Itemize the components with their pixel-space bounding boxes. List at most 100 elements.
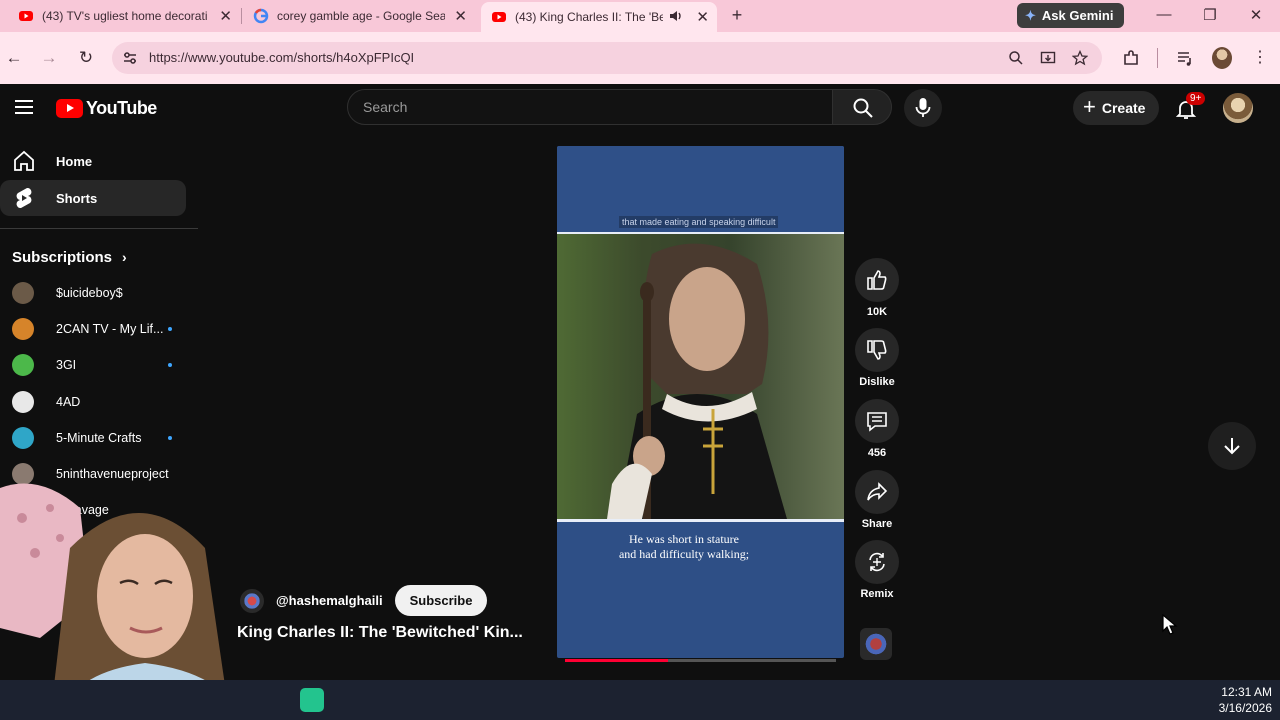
sidebar-divider bbox=[0, 228, 198, 229]
account-avatar[interactable] bbox=[1223, 93, 1253, 123]
sidebar-item-label: Home bbox=[56, 153, 93, 169]
search-input[interactable] bbox=[348, 90, 832, 124]
chevron-right-icon: › bbox=[122, 249, 127, 265]
url-text: https://www.youtube.com/shorts/h4oXpFPIc… bbox=[149, 50, 415, 65]
voice-search-button[interactable] bbox=[904, 89, 942, 127]
shorts-icon bbox=[16, 187, 32, 209]
search-icon bbox=[853, 98, 873, 118]
tab-divider bbox=[241, 8, 242, 24]
create-label: Create bbox=[1101, 100, 1146, 116]
sidebar-item-shorts[interactable]: Shorts bbox=[0, 180, 186, 216]
close-tab-icon[interactable]: ✕ bbox=[454, 7, 467, 25]
media-control-icon[interactable] bbox=[1176, 49, 1194, 67]
new-content-dot bbox=[168, 436, 172, 440]
video-frame-image bbox=[557, 234, 844, 519]
channel-avatar bbox=[12, 427, 34, 449]
video-progress-bar[interactable] bbox=[565, 659, 836, 662]
clock-time: 12:31 AM bbox=[1221, 685, 1272, 699]
close-tab-icon[interactable]: ✕ bbox=[219, 7, 232, 25]
remix-icon bbox=[869, 552, 885, 572]
remix-button[interactable]: Remix bbox=[855, 540, 899, 600]
dislike-button[interactable]: Dislike bbox=[855, 328, 899, 388]
browser-menu-icon[interactable]: ⋮ bbox=[1252, 47, 1268, 67]
share-label: Share bbox=[861, 518, 893, 530]
faded-subtitle: that made eating and speaking difficult bbox=[619, 216, 779, 228]
browser-tab-3-active[interactable]: (43) King Charles II: The 'Be ✕ bbox=[481, 2, 717, 32]
video-caption: He was short in stature and had difficul… bbox=[557, 532, 811, 562]
channel-name: $uicideboy$ bbox=[56, 286, 123, 300]
subscriptions-heading[interactable]: Subscriptions › bbox=[12, 249, 127, 266]
youtube-wordmark: YouTube bbox=[86, 98, 157, 118]
browser-tab-2[interactable]: corey gamble age - Google Sea ✕ bbox=[243, 2, 475, 30]
caption-line: and had difficulty walking; bbox=[618, 547, 750, 561]
video-progress-fill bbox=[565, 659, 668, 662]
microphone-icon bbox=[915, 98, 931, 117]
youtube-logo[interactable]: YouTube bbox=[56, 98, 157, 119]
close-tab-icon[interactable]: ✕ bbox=[696, 8, 709, 26]
channel-name: 2CAN TV - My Lif... bbox=[56, 322, 164, 336]
home-icon bbox=[14, 150, 34, 171]
ask-gemini-button[interactable]: ✦ Ask Gemini bbox=[1017, 3, 1124, 28]
menu-icon[interactable] bbox=[15, 100, 33, 114]
share-button[interactable]: Share bbox=[855, 470, 899, 530]
subscribe-button[interactable]: Subscribe bbox=[394, 585, 488, 616]
channel-avatar bbox=[12, 354, 34, 376]
channel-name: 5-Minute Crafts bbox=[56, 431, 142, 445]
site-settings-icon[interactable] bbox=[122, 50, 138, 66]
youtube-play-icon bbox=[56, 99, 83, 118]
comments-button[interactable]: 456 bbox=[855, 399, 899, 459]
address-bar[interactable]: https://www.youtube.com/shorts/h4oXpFPIc… bbox=[112, 42, 1102, 74]
restore-icon[interactable]: ❐ bbox=[1200, 6, 1220, 24]
sidebar-item-subscription[interactable]: $uicideboy$ bbox=[12, 281, 192, 305]
google-favicon bbox=[253, 8, 269, 24]
video-frame-border bbox=[557, 519, 844, 522]
clock-date: 3/16/2026 bbox=[1218, 701, 1272, 715]
arrow-down-icon bbox=[1224, 438, 1240, 455]
speaker-icon[interactable] bbox=[669, 9, 683, 23]
create-button[interactable]: + Create bbox=[1073, 91, 1159, 125]
plus-icon: + bbox=[1083, 94, 1096, 119]
minimize-icon[interactable]: — bbox=[1154, 6, 1174, 23]
channel-name: 4AD bbox=[56, 395, 81, 409]
shorts-video-player[interactable]: that made eating and speaking difficult bbox=[557, 146, 844, 658]
browser-toolbar: ← → ↻ https://www.youtube.com/shorts/h4o… bbox=[0, 32, 1280, 84]
comment-count: 456 bbox=[867, 447, 887, 459]
reload-icon[interactable]: ↻ bbox=[75, 47, 97, 69]
system-clock[interactable]: 12:31 AM 3/16/2026 bbox=[1219, 684, 1272, 716]
sound-pivot-thumbnail[interactable] bbox=[860, 628, 892, 660]
new-content-dot bbox=[168, 327, 172, 331]
sidebar-item-subscription[interactable]: 5-Minute Crafts bbox=[12, 426, 192, 450]
gemini-icon: ✦ bbox=[1025, 7, 1036, 23]
bookmark-star-icon[interactable] bbox=[1072, 50, 1088, 66]
os-taskbar: 12:31 AM 3/16/2026 bbox=[0, 680, 1280, 720]
search-box bbox=[347, 89, 833, 125]
extensions-icon[interactable] bbox=[1122, 49, 1140, 67]
mouse-cursor-icon bbox=[1162, 614, 1178, 635]
forward-icon[interactable]: → bbox=[38, 47, 60, 69]
like-button[interactable]: 10K bbox=[855, 258, 899, 318]
dislike-label: Dislike bbox=[859, 376, 895, 388]
sidebar-item-home[interactable]: Home bbox=[0, 143, 186, 179]
taskbar-app-icon[interactable] bbox=[300, 688, 324, 712]
next-short-button[interactable] bbox=[1208, 422, 1256, 470]
screen: (43) TV's ugliest home decorati ✕ corey … bbox=[0, 0, 1280, 720]
share-icon bbox=[867, 482, 888, 501]
browser-tab-1[interactable]: (43) TV's ugliest home decorati ✕ bbox=[8, 2, 240, 30]
notification-count-badge: 9+ bbox=[1186, 92, 1206, 105]
ask-gemini-label: Ask Gemini bbox=[1041, 8, 1114, 23]
like-count: 10K bbox=[866, 306, 888, 318]
sidebar-item-subscription[interactable]: 4AD bbox=[12, 390, 192, 414]
close-window-icon[interactable]: ✕ bbox=[1246, 6, 1266, 24]
profile-avatar[interactable] bbox=[1212, 47, 1232, 69]
new-content-dot bbox=[168, 363, 172, 367]
search-button[interactable] bbox=[832, 89, 892, 125]
new-tab-button[interactable]: + bbox=[727, 5, 747, 26]
back-icon[interactable]: ← bbox=[3, 47, 25, 69]
sidebar-item-subscription[interactable]: 2CAN TV - My Lif... bbox=[12, 317, 192, 341]
channel-avatar bbox=[12, 318, 34, 340]
zoom-icon[interactable] bbox=[1008, 50, 1024, 66]
browser-tab-strip: (43) TV's ugliest home decorati ✕ corey … bbox=[0, 0, 1280, 32]
sidebar-item-subscription[interactable]: 3GI bbox=[12, 353, 192, 377]
tab-title: (43) King Charles II: The 'Be bbox=[515, 10, 663, 24]
install-app-icon[interactable] bbox=[1040, 50, 1056, 66]
